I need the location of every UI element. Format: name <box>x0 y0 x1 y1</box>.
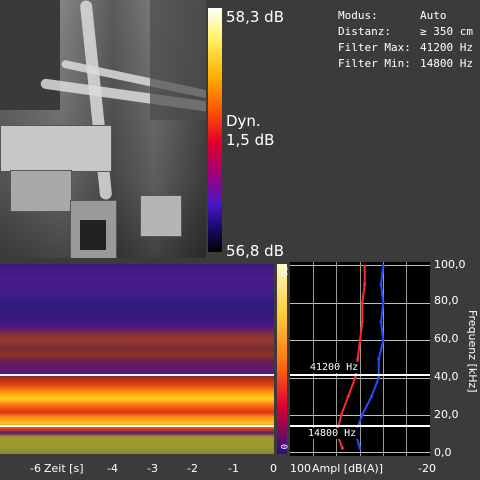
freq-tick: 100,0 <box>434 258 466 271</box>
amplitude-point <box>379 283 383 287</box>
amplitude-point <box>346 394 350 398</box>
amplitude-point <box>339 413 343 417</box>
info-value-filter-min: 14800 Hz <box>420 57 473 70</box>
freq-tick: 80,0 <box>434 294 459 307</box>
time-tick: -4 <box>107 462 118 475</box>
colorbar-max-label: 58,3 dB <box>226 8 284 26</box>
ampl-tick-right: -20 <box>418 462 436 475</box>
amplitude-point <box>363 283 367 287</box>
amplitude-point <box>377 357 381 361</box>
amplitude-point <box>358 446 362 450</box>
amplitude-point <box>370 394 374 398</box>
amplitude-point <box>358 338 362 342</box>
amplitude-point <box>360 413 364 417</box>
info-key-filter-min: Filter Min: <box>338 57 411 70</box>
freq-tick: 0,0 <box>434 446 452 459</box>
amplitude-point <box>379 320 383 324</box>
info-key-modus: Modus: <box>338 9 378 22</box>
spectrogram <box>0 264 274 454</box>
filter-max-label: 41200 Hz <box>308 362 361 373</box>
filter-max-line <box>290 374 430 376</box>
amplitude-colorbar-bottom-label: 0 <box>278 444 288 450</box>
time-tick: -3 <box>147 462 158 475</box>
freq-tick: 60,0 <box>434 332 459 345</box>
amplitude-plot: 41200 Hz 14800 Hz <box>290 262 430 456</box>
camera-image <box>0 0 206 258</box>
filter-min-label: 14800 Hz <box>306 428 359 439</box>
colorbar-dyn-label: Dyn. <box>226 112 261 130</box>
amplitude-point <box>363 264 367 268</box>
amplitude-point <box>377 376 381 380</box>
ampl-tick-left: 100 <box>290 462 311 475</box>
amplitude-point <box>381 264 385 268</box>
colorbar-dyn-value: 1,5 dB <box>226 131 275 149</box>
amplitude-point <box>353 376 357 380</box>
time-axis-label: Zeit [s] <box>44 462 84 475</box>
amplitude-point <box>356 357 360 361</box>
time-tick: -6 <box>30 462 41 475</box>
info-value-modus: Auto <box>420 9 447 22</box>
spectrogram-filter-min-line <box>0 425 274 427</box>
time-tick: -1 <box>228 462 239 475</box>
ampl-axis-label: Ampl [dB(A)] <box>312 462 383 475</box>
freq-tick: 20,0 <box>434 408 459 421</box>
filter-min-line <box>290 425 430 427</box>
amplitude-series-line <box>354 265 385 449</box>
amplitude-colorbar <box>277 264 287 454</box>
info-key-distanz: Distanz: <box>338 25 391 38</box>
amplitude-point <box>360 320 364 324</box>
freq-axis-label: Frequenz [kHz] <box>466 310 479 393</box>
amplitude-point <box>341 446 344 450</box>
info-value-distanz: ≥ 350 cm <box>420 25 473 38</box>
time-tick: -2 <box>187 462 198 475</box>
info-value-filter-max: 41200 Hz <box>420 41 473 54</box>
amplitude-point <box>360 301 364 305</box>
colorbar <box>208 8 222 252</box>
info-key-filter-max: Filter Max: <box>338 41 411 54</box>
amplitude-point <box>381 338 385 342</box>
spectrogram-filter-max-line <box>0 374 274 376</box>
time-axis: -6 Zeit [s] -4 -3 -2 -1 0 <box>0 462 290 478</box>
time-tick: 0 <box>270 462 277 475</box>
freq-tick: 40,0 <box>434 370 459 383</box>
amplitude-point <box>381 301 385 305</box>
colorbar-min-label: 56,8 dB <box>226 242 284 260</box>
amplitude-colorbar-top-label: 80 <box>278 266 288 277</box>
